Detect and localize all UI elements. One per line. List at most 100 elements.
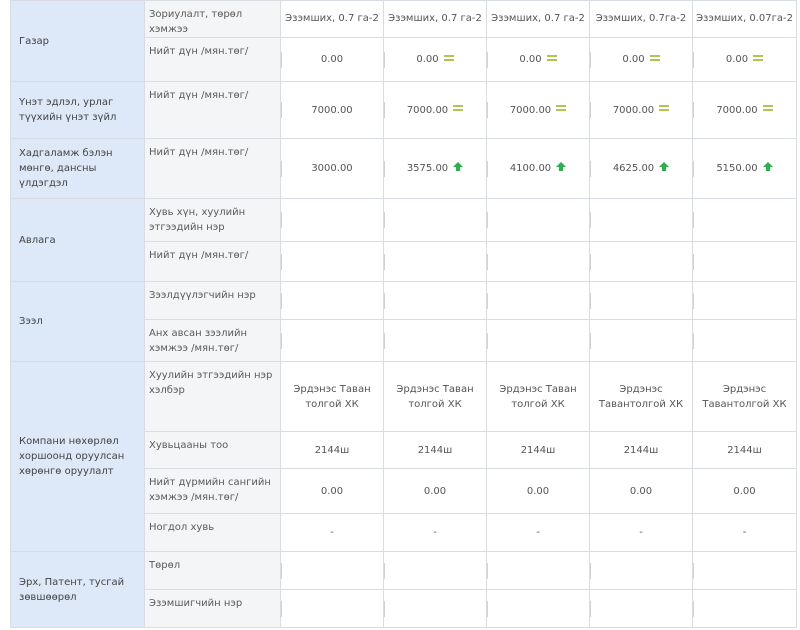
share-percent-cell: - (383, 513, 487, 552)
field-total-charter-fund: Нийт дүрмийн сангийн хэмжээ /мян.төг/ (144, 468, 281, 514)
cell-value: 2144ш (727, 444, 762, 456)
empty-cell (280, 551, 384, 590)
cell-value: 3575.00 (406, 163, 449, 174)
company-name-cell: Эрдэнэс Таван толгой ХК (486, 361, 590, 432)
category-receivables: Авлага (10, 198, 145, 282)
cell-value: 0.00 (416, 54, 439, 65)
company-name-cell: Эрдэнэс Таван толгой ХК (383, 361, 487, 432)
cell-value: 0.00 (725, 54, 749, 65)
charter-fund-cell: 0.00 (692, 468, 797, 514)
land-total-cell: 0.00 (383, 37, 487, 82)
empty-cell (383, 589, 487, 628)
category-company: Компани нөхөрлөл хоршоонд оруулсан хөрөн… (10, 361, 145, 552)
cell-value: 0.00 (622, 54, 645, 65)
land-purpose-cell: Эзэмших, 0.7 га-2 (280, 0, 384, 38)
cell-value: 2144ш (623, 444, 659, 456)
cell-value: 7000.00 (406, 104, 449, 116)
category-land: Газар (10, 0, 145, 82)
empty-cell (383, 551, 487, 590)
cell-value: Эзэмших, 0.7 га-2 (388, 13, 482, 24)
cell-value: Эрдэнэс Таван толгой ХК (293, 383, 371, 410)
empty-cell (280, 198, 384, 242)
cell-value: Эзэмших, 0.7га-2 (595, 13, 687, 24)
empty-cell (692, 551, 797, 590)
valuables-row: Үнэт эдлэл, урлаг түүхийн үнэт зүйл Нийт… (10, 81, 797, 139)
empty-cell (589, 319, 693, 362)
empty-cell (692, 319, 797, 362)
cell-value: 5150.00 (716, 163, 758, 174)
valuables-total-cell: 7000.00 (486, 81, 590, 139)
empty-cell (280, 241, 384, 282)
empty-cell (589, 198, 693, 242)
empty-cell (589, 551, 693, 590)
equal-icon (753, 54, 764, 62)
savings-total-cell: 3000.00 (280, 138, 384, 199)
cell-value: 0.00 (733, 485, 756, 497)
empty-cell (383, 198, 487, 242)
field-legal-entity-form: Хуулийн этгээдийн нэр хэлбэр (144, 361, 281, 432)
share-percent-cell: - (486, 513, 590, 552)
charter-fund-cell: 0.00 (486, 468, 590, 514)
cell-value: Эзэмших, 0.07га-2 (696, 13, 793, 24)
valuables-total-cell: 7000.00 (589, 81, 693, 139)
field-purpose-type-size: Зориулалт, төрөл хэмжээ (144, 0, 281, 38)
empty-cell (692, 281, 797, 320)
savings-total-cell: 3575.00 (383, 138, 487, 199)
cell-value: 0.00 (519, 54, 542, 65)
assets-declaration-page: Газар Зориулалт, төрөл хэмжээ Эзэмших, 0… (0, 0, 800, 630)
cell-value: Эрдэнэс Таван толгой ХК (396, 383, 474, 410)
field-share-count: Хувьцааны тоо (144, 431, 281, 469)
cell-value: - (433, 527, 437, 538)
empty-cell (589, 281, 693, 320)
savings-total-cell: 5150.00 (692, 138, 797, 199)
empty-cell (383, 319, 487, 362)
field-type: Төрөл (144, 551, 281, 590)
loans-lender-row: Зээл Зээлдүүлэгчийн нэр (10, 281, 797, 362)
share-percent-cell: - (589, 513, 693, 552)
cell-value: Эзэмших, 0.7 га-2 (491, 13, 585, 24)
arrow-up-icon (659, 162, 670, 172)
land-total-cell: 0.00 (280, 37, 384, 82)
field-total-amount: Нийт дүн /мян.төг/ (144, 241, 281, 282)
field-owner-name: Эзэмшигчийн нэр (144, 589, 281, 628)
land-total-cell: 0.00 (486, 37, 590, 82)
valuables-total-cell: 7000.00 (383, 81, 487, 139)
cell-value: - (536, 527, 540, 538)
charter-fund-cell: 0.00 (589, 468, 693, 514)
land-purpose-cell: Эзэмших, 0.7 га-2 (383, 0, 487, 38)
company-name-cell: Эрдэнэс Тавантолгой ХК (589, 361, 693, 432)
company-name-cell: Эрдэнэс Тавантолгой ХК (692, 361, 797, 432)
equal-icon (556, 105, 567, 112)
land-purpose-cell: Эзэмших, 0.07га-2 (692, 0, 797, 38)
share-count-cell: 2144ш (589, 431, 693, 469)
cell-value: Эрдэнэс Тавантолгой ХК (598, 383, 684, 410)
arrow-up-icon (556, 162, 567, 172)
cell-value: 2144ш (314, 444, 350, 456)
cell-value: 3000.00 (311, 163, 353, 174)
cell-value: Эрдэнэс Таван толгой ХК (499, 383, 577, 410)
empty-cell (280, 319, 384, 362)
land-purpose-cell: Эзэмших, 0.7 га-2 (486, 0, 590, 38)
category-valuables: Үнэт эдлэл, урлаг түүхийн үнэт зүйл (10, 81, 145, 139)
arrow-up-icon (453, 162, 464, 172)
empty-cell (692, 241, 797, 282)
field-total-amount: Нийт дүн /мян.төг/ (144, 138, 281, 199)
share-count-cell: 2144ш (383, 431, 487, 469)
assets-table: Газар Зориулалт, төрөл хэмжээ Эзэмших, 0… (10, 0, 797, 628)
cell-value: 7000.00 (509, 104, 552, 116)
savings-total-cell: 4100.00 (486, 138, 590, 199)
empty-cell (486, 241, 590, 282)
category-rights: Эрх, Патент, тусгай зөвшөөрөл (10, 551, 145, 628)
company-name-row: Компани нөхөрлөл хоршоонд оруулсан хөрөн… (10, 361, 797, 552)
cell-value: Эрдэнэс Тавантолгой ХК (702, 383, 787, 410)
land-purpose-cell: Эзэмших, 0.7га-2 (589, 0, 693, 38)
share-count-cell: 2144ш (280, 431, 384, 469)
cell-value: - (742, 527, 747, 538)
share-count-cell: 2144ш (486, 431, 590, 469)
cell-value: 0.00 (423, 485, 447, 497)
empty-cell (486, 319, 590, 362)
equal-icon (649, 54, 660, 62)
cell-value: 4100.00 (509, 163, 552, 174)
field-person-name: Хувь хүн, хуулийн этгээдийн нэр (144, 198, 281, 242)
charter-fund-cell: 0.00 (383, 468, 487, 514)
